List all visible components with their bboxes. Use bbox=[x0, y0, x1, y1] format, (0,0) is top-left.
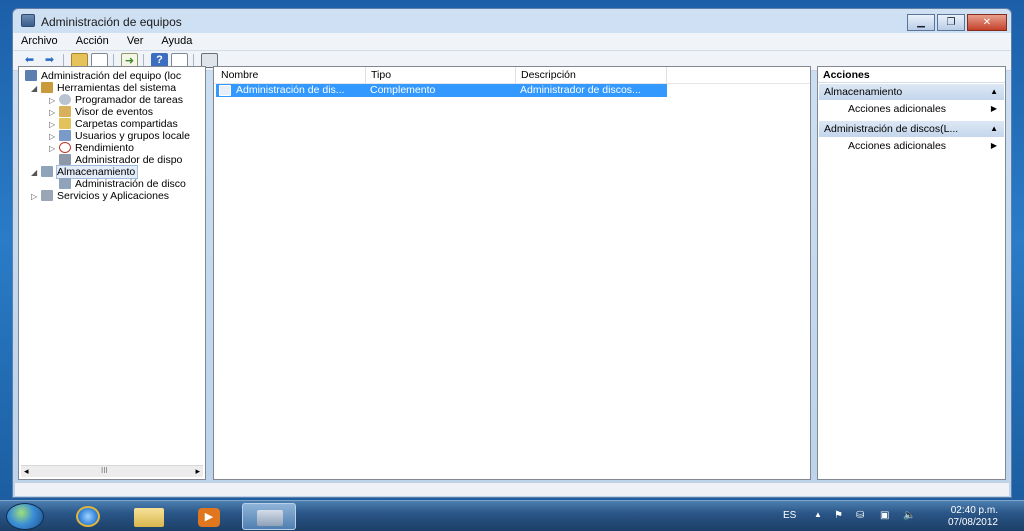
results-list-panel: Nombre Tipo Descripción Administración d… bbox=[213, 66, 811, 480]
tree-label: Servicios y Aplicaciones bbox=[57, 190, 170, 202]
title-bar[interactable]: Administración de equipos ▁ ❐ ✕ bbox=[13, 9, 1011, 33]
computer-management-icon bbox=[25, 70, 37, 81]
tree-label: Rendimiento bbox=[75, 142, 134, 154]
more-actions-label: Acciones adicionales bbox=[848, 140, 947, 152]
tree-node-disk-management[interactable]: Administración de disco bbox=[49, 178, 186, 190]
status-bar bbox=[15, 482, 1009, 496]
window-title: Administración de equipos bbox=[41, 15, 182, 29]
menu-ayuda[interactable]: Ayuda bbox=[153, 33, 199, 47]
collapse-icon[interactable]: ▲ bbox=[990, 121, 998, 137]
disk-management-icon bbox=[59, 178, 71, 189]
submenu-arrow-icon: ▶ bbox=[990, 141, 997, 150]
taskbar: ▶ ES ▲ ⚑ ⛁ ▣ 🔈 02:40 p.m. 07/08/2012 bbox=[0, 500, 1024, 531]
scroll-thumb-grip[interactable]: III bbox=[101, 466, 108, 475]
services-apps-icon bbox=[41, 190, 53, 201]
taskbar-media-player[interactable]: ▶ bbox=[182, 503, 236, 530]
show-hidden-icons-icon[interactable]: ▲ bbox=[814, 510, 822, 519]
cell-description: Administrador de discos... bbox=[520, 84, 641, 96]
system-clock[interactable]: 02:40 p.m. 07/08/2012 bbox=[948, 505, 998, 529]
scroll-left-arrow-icon[interactable]: ◂ bbox=[24, 466, 29, 477]
table-row[interactable]: Administración de dis... Complemento Adm… bbox=[216, 84, 667, 97]
actions-group-header[interactable]: Administración de discos(L... ▲ bbox=[819, 121, 1004, 137]
list-header: Nombre Tipo Descripción bbox=[214, 67, 810, 84]
event-viewer-icon bbox=[59, 106, 71, 117]
tree-expander[interactable]: ◢ bbox=[31, 83, 41, 95]
menu-ver[interactable]: Ver bbox=[119, 33, 151, 47]
system-tools-icon bbox=[41, 82, 53, 93]
volume-icon[interactable]: 🔈 bbox=[903, 510, 915, 521]
taskbar-computer-management[interactable] bbox=[242, 503, 296, 530]
console-tree-panel: Administración del equipo (loc ◢ Herramie… bbox=[18, 66, 206, 480]
folder-icon bbox=[134, 508, 164, 527]
tree-label: Carpetas compartidas bbox=[75, 118, 178, 130]
more-actions-label: Acciones adicionales bbox=[848, 103, 947, 115]
action-center-flag-icon[interactable]: ⚑ bbox=[834, 510, 843, 521]
disk-management-icon bbox=[219, 85, 231, 96]
computer-management-window: Administración de equipos ▁ ❐ ✕ Archivo … bbox=[12, 8, 1012, 498]
cell-type: Complemento bbox=[370, 84, 436, 96]
tree-expander[interactable]: ▷ bbox=[31, 191, 41, 203]
minimize-button[interactable]: ▁ bbox=[907, 14, 935, 31]
tree-label: Almacenamiento bbox=[55, 165, 139, 179]
actions-pane: Acciones Almacenamiento ▲ Acciones adici… bbox=[817, 66, 1006, 480]
storage-icon bbox=[41, 166, 53, 177]
horizontal-scrollbar[interactable]: ◂ III ▸ bbox=[21, 465, 203, 477]
tree-node-event-viewer[interactable]: ▷ Visor de eventos bbox=[49, 106, 153, 118]
column-header-tipo[interactable]: Tipo bbox=[366, 67, 516, 83]
tree-label: Administración de disco bbox=[75, 178, 186, 190]
column-header-nombre[interactable]: Nombre bbox=[216, 67, 366, 83]
shared-folders-icon bbox=[59, 118, 71, 129]
column-header-descripcion[interactable]: Descripción bbox=[516, 67, 667, 83]
language-indicator[interactable]: ES bbox=[783, 510, 796, 521]
tree-label: Herramientas del sistema bbox=[57, 82, 177, 94]
scroll-right-arrow-icon[interactable]: ▸ bbox=[195, 466, 200, 477]
start-button[interactable] bbox=[6, 503, 44, 530]
collapse-icon[interactable]: ▲ bbox=[990, 84, 998, 100]
clock-time: 02:40 p.m. bbox=[950, 505, 998, 516]
tree-node-local-users-groups[interactable]: ▷ Usuarios y grupos locale bbox=[49, 130, 190, 142]
tree-label: Administrador de dispo bbox=[75, 154, 183, 166]
tree-label: Visor de eventos bbox=[75, 106, 154, 118]
internet-explorer-icon bbox=[76, 506, 100, 527]
taskbar-internet-explorer[interactable] bbox=[62, 503, 116, 530]
submenu-arrow-icon: ▶ bbox=[990, 104, 997, 113]
menu-archivo[interactable]: Archivo bbox=[13, 33, 65, 47]
users-groups-icon bbox=[59, 130, 71, 141]
actions-group-title: Almacenamiento bbox=[824, 86, 903, 98]
actions-group-header[interactable]: Almacenamiento ▲ bbox=[819, 84, 1004, 100]
performance-icon bbox=[59, 142, 71, 153]
tree-node-services-applications[interactable]: ▷ Servicios y Aplicaciones bbox=[31, 190, 169, 202]
close-button[interactable]: ✕ bbox=[967, 14, 1007, 31]
usb-device-icon[interactable]: ⛁ bbox=[856, 510, 864, 521]
device-manager-icon bbox=[59, 154, 71, 165]
tree-node-storage[interactable]: ◢ Almacenamiento bbox=[31, 165, 139, 179]
more-actions-link[interactable]: Acciones adicionales ▶ bbox=[848, 139, 997, 153]
taskbar-explorer[interactable] bbox=[122, 503, 176, 530]
actions-group-title: Administración de discos(L... bbox=[824, 123, 959, 135]
network-icon[interactable]: ▣ bbox=[880, 510, 889, 521]
computer-management-icon bbox=[257, 510, 283, 526]
computer-management-app-icon bbox=[21, 14, 35, 27]
tree-node-shared-folders[interactable]: ▷ Carpetas compartidas bbox=[49, 118, 178, 130]
media-player-icon: ▶ bbox=[198, 508, 220, 527]
task-scheduler-icon bbox=[59, 94, 71, 105]
tree-node-performance[interactable]: ▷ Rendimiento bbox=[49, 142, 134, 154]
tree-label: Administración del equipo (loc bbox=[41, 70, 182, 82]
clock-date: 07/08/2012 bbox=[947, 517, 998, 528]
menu-bar: Archivo Acción Ver Ayuda bbox=[13, 33, 1011, 51]
tree-node-device-manager[interactable]: Administrador de dispo bbox=[49, 154, 182, 166]
more-actions-link[interactable]: Acciones adicionales ▶ bbox=[848, 102, 997, 116]
tree-node-computer-management[interactable]: Administración del equipo (loc bbox=[23, 70, 181, 82]
actions-title: Acciones bbox=[818, 67, 1005, 83]
cell-name: Administración de dis... bbox=[236, 84, 345, 96]
maximize-button[interactable]: ❐ bbox=[937, 14, 965, 31]
tree-label: Programador de tareas bbox=[75, 94, 183, 106]
menu-accion[interactable]: Acción bbox=[68, 33, 116, 47]
tree-label: Usuarios y grupos locale bbox=[75, 130, 190, 142]
tree-node-system-tools[interactable]: ◢ Herramientas del sistema bbox=[31, 82, 176, 94]
tree-node-task-scheduler[interactable]: ▷ Programador de tareas bbox=[49, 94, 183, 106]
tree-expander[interactable]: ◢ bbox=[31, 167, 41, 179]
